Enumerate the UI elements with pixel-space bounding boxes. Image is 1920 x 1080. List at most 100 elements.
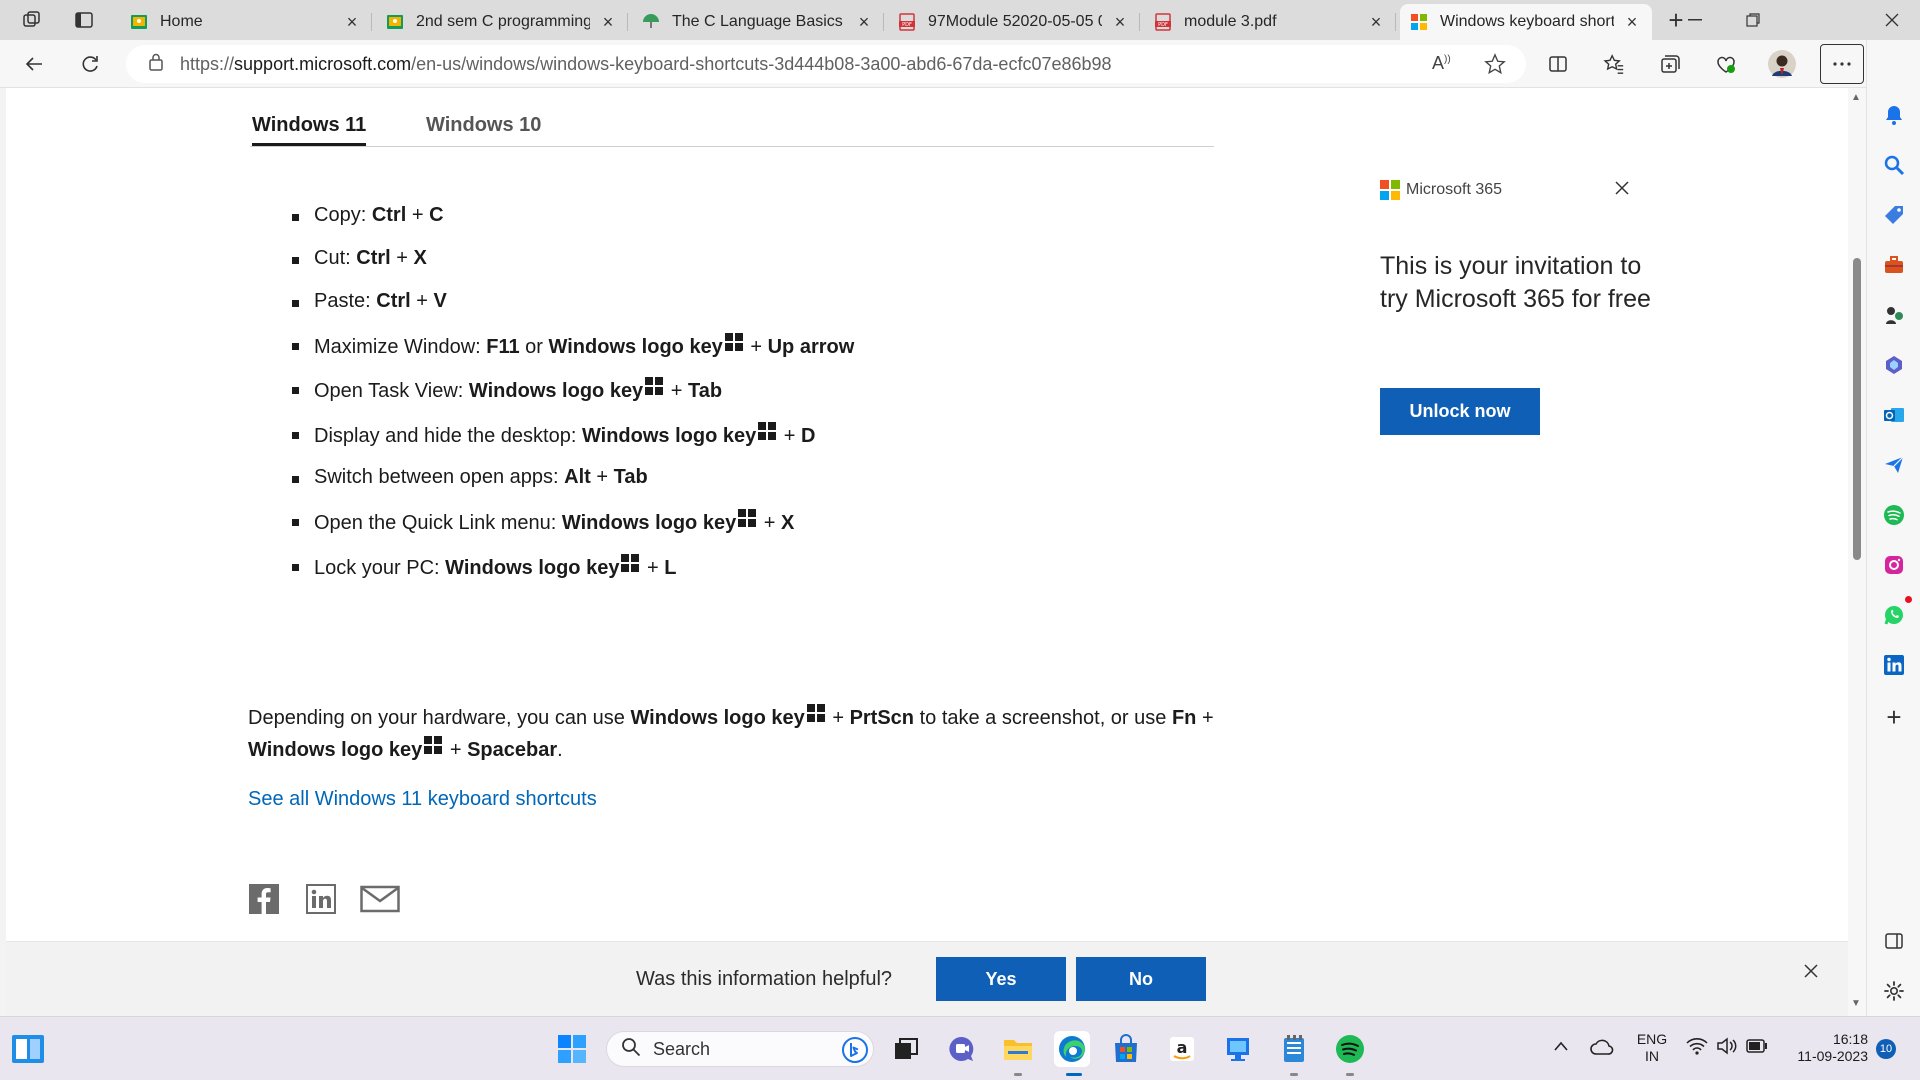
games-icon[interactable]	[1881, 302, 1907, 328]
close-tab-icon[interactable]: ×	[598, 12, 618, 32]
collections-icon[interactable]	[1652, 46, 1688, 82]
browser-tab[interactable]: The C Language Basics - C ×	[632, 4, 884, 40]
windows-logo-icon	[806, 704, 825, 722]
feedback-close-icon[interactable]	[1804, 958, 1818, 984]
url-text[interactable]: https://support.microsoft.com/en-us/wind…	[180, 54, 1112, 75]
restore-button[interactable]	[1725, 0, 1781, 40]
close-tab-icon[interactable]: ×	[1366, 12, 1386, 32]
notepad-icon[interactable]	[1276, 1031, 1312, 1067]
task-view-icon[interactable]	[888, 1031, 924, 1067]
see-all-shortcuts-link[interactable]: See all Windows 11 keyboard shortcuts	[248, 788, 597, 811]
onedrive-icon[interactable]	[1590, 1039, 1614, 1060]
microsoft-store-icon[interactable]	[1108, 1031, 1144, 1067]
close-tab-icon[interactable]: ×	[342, 12, 362, 32]
outlook-icon[interactable]	[1881, 402, 1907, 428]
gear-icon[interactable]	[1881, 978, 1907, 1004]
tab-title: Windows keyboard shortcu	[1440, 13, 1614, 30]
key-name: Alt	[564, 466, 591, 488]
minimize-button[interactable]	[1667, 0, 1723, 40]
windows-start-icon[interactable]	[554, 1031, 590, 1067]
facebook-icon[interactable]	[249, 884, 279, 919]
no-button[interactable]: No	[1076, 957, 1206, 1001]
workspaces-icon[interactable]	[14, 4, 50, 36]
windows-logo-icon	[738, 509, 757, 527]
browser-tab[interactable]: PDF module 3.pdf ×	[1144, 4, 1396, 40]
spotify-icon[interactable]	[1332, 1031, 1368, 1067]
spotify-icon[interactable]	[1881, 502, 1907, 528]
widgets-icon[interactable]	[10, 1031, 46, 1067]
notification-badge[interactable]: 10	[1876, 1039, 1896, 1059]
key-separator: +	[665, 380, 688, 402]
bing-icon[interactable]	[841, 1036, 869, 1069]
mail-icon[interactable]	[360, 884, 400, 919]
tag-icon[interactable]	[1881, 202, 1907, 228]
instagram-icon[interactable]	[1881, 552, 1907, 578]
bell-icon[interactable]	[1881, 102, 1907, 128]
browser-essentials-icon[interactable]	[1708, 46, 1744, 82]
linkedin-icon[interactable]	[1881, 652, 1907, 678]
browser-tab[interactable]: Home ×	[120, 4, 372, 40]
key-separator: +	[410, 290, 434, 312]
close-tab-icon[interactable]: ×	[1622, 12, 1642, 32]
key-name: Up arrow	[767, 336, 855, 358]
clock[interactable]: 16:18 11-09-2023	[1778, 1031, 1868, 1065]
yes-button[interactable]: Yes	[936, 957, 1066, 1001]
tab-windows-11[interactable]: Windows 11	[252, 114, 366, 137]
teams-chat-icon[interactable]	[944, 1031, 980, 1067]
split-screen-icon[interactable]	[1540, 46, 1576, 82]
favorite-star-icon[interactable]	[1484, 53, 1506, 80]
volume-icon[interactable]	[1716, 1037, 1738, 1060]
scroll-up-arrow[interactable]: ▲	[1851, 92, 1861, 103]
shortcut-item: Maximize Window: F11 or Windows logo key…	[252, 333, 854, 359]
brand-name: Microsoft 365	[1406, 181, 1503, 198]
close-window-button[interactable]	[1864, 0, 1920, 40]
paragraph-text: .	[557, 739, 563, 761]
unlock-now-button[interactable]: Unlock now	[1380, 388, 1540, 435]
key-separator: +	[758, 512, 781, 534]
shortcut-label: Open Task View:	[314, 380, 469, 402]
chevron-up-icon[interactable]	[1553, 1039, 1569, 1057]
paragraph-text: Spacebar	[467, 739, 558, 761]
windows-logo-icon	[758, 422, 777, 440]
close-tab-icon[interactable]: ×	[1110, 12, 1130, 32]
battery-icon[interactable]	[1746, 1039, 1768, 1058]
favorites-icon[interactable]	[1596, 46, 1632, 82]
language-indicator[interactable]: ENG IN	[1636, 1031, 1668, 1065]
toolbox-icon[interactable]	[1881, 252, 1907, 278]
scroll-down-arrow[interactable]: ▼	[1851, 998, 1861, 1009]
search-icon[interactable]	[1881, 152, 1907, 178]
copilot-icon[interactable]	[1881, 352, 1907, 378]
settings-more-button[interactable]	[1820, 44, 1864, 84]
shortcut-label: Copy:	[314, 204, 372, 226]
linkedin-share-icon[interactable]	[306, 884, 336, 919]
windows-logo-icon	[621, 554, 640, 572]
tab-windows-10[interactable]: Windows 10	[426, 114, 541, 137]
wifi-icon[interactable]	[1686, 1037, 1708, 1060]
tab-separator	[1139, 13, 1140, 31]
refresh-button[interactable]	[72, 46, 108, 82]
profile-avatar[interactable]	[1764, 46, 1800, 82]
file-explorer-icon[interactable]	[1000, 1031, 1036, 1067]
lock-icon[interactable]	[148, 53, 166, 76]
send-icon[interactable]	[1881, 452, 1907, 478]
taskbar-search[interactable]: Search	[606, 1031, 874, 1067]
page-content: Windows 11 Windows 10 Copy: Ctrl + C Cut:…	[6, 88, 1848, 1016]
close-icon[interactable]	[1612, 178, 1632, 198]
read-aloud-icon[interactable]: A))	[1432, 53, 1451, 74]
add-icon[interactable]: +	[1881, 702, 1907, 732]
amazon-icon[interactable]: a	[1164, 1031, 1200, 1067]
close-tab-icon[interactable]: ×	[854, 12, 874, 32]
browser-tab[interactable]: PDF 97Module 52020-05-05 07 ×	[888, 4, 1140, 40]
address-bar[interactable]: https://support.microsoft.com/en-us/wind…	[126, 45, 1526, 83]
tab-actions-icon[interactable]	[66, 4, 102, 36]
whatsapp-icon[interactable]	[1881, 596, 1912, 628]
shortcut-label: Switch between open apps:	[314, 466, 565, 488]
browser-tab[interactable]: Windows keyboard shortcu ×	[1400, 4, 1652, 40]
display-app-icon[interactable]	[1220, 1031, 1256, 1067]
browser-tab[interactable]: 2nd sem C programming f ×	[376, 4, 628, 40]
sidebar-toggle-icon[interactable]	[1881, 928, 1907, 954]
vertical-scrollbar[interactable]: ▲ ▼	[1848, 88, 1866, 1016]
back-button[interactable]	[16, 46, 52, 82]
edge-icon[interactable]	[1054, 1031, 1090, 1067]
scroll-thumb[interactable]	[1853, 258, 1861, 560]
